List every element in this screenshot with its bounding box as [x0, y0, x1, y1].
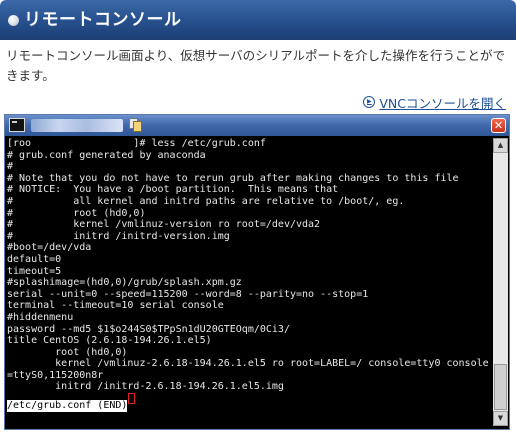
section-title: リモートコンソール [24, 10, 182, 30]
console-line: # NOTICE: You have a /boot partition. Th… [7, 184, 339, 196]
console-line: title CentOS (2.6.18-194.26.1.el5) [7, 335, 212, 347]
console-line: #splashimage=(hd0,0)/grub/splash.xpm.gz [7, 277, 242, 289]
console-line: # initrd /initrd-version.img [7, 230, 230, 242]
console-line: timeout=5 [7, 265, 62, 277]
section-header: リモートコンソール [0, 0, 516, 40]
pager-status-line: /etc/grub.conf (END) [7, 400, 128, 412]
scroll-thumb[interactable] [494, 364, 507, 410]
pager-status-row: /etc/grub.conf (END) [7, 393, 493, 412]
remote-console-window: ✕ [roo ]# less /etc/grub.conf # grub.conf… [4, 114, 510, 430]
vnc-console-link[interactable]: ▶ VNCコンソールを開く [363, 93, 506, 111]
console-line: default=0 [7, 253, 62, 265]
scroll-down-arrow-icon[interactable]: ▼ [493, 411, 508, 426]
console-line: kernel /vmlinuz-2.6.18-194.26.1.el5 ro r… [7, 358, 489, 370]
close-button[interactable]: ✕ [491, 118, 506, 133]
console-line: # root (hd0,0) [7, 207, 146, 219]
console-line: # [7, 161, 14, 173]
console-line: [roo ]# less /etc/grub.conf [7, 138, 266, 149]
text-cursor [128, 393, 136, 405]
console-line: # all kernel and initrd paths are relati… [7, 195, 405, 207]
description-text: リモートコンソール画面より、仮想サーバのシリアルポートを介した操作を行うことがで… [6, 48, 506, 83]
console-line: # kernel /vmlinuz-version ro root=/dev/v… [7, 219, 321, 231]
copy-icon[interactable] [129, 118, 143, 133]
circle-arrow-right-icon: ▶ [363, 96, 376, 108]
console-line: password --md5 $1$o244S0$TPpSn1dU20GTEOq… [7, 323, 290, 335]
console-line: # Note that you do not have to rerun gru… [7, 172, 459, 184]
window-title-masked [31, 119, 123, 132]
console-output[interactable]: [roo ]# less /etc/grub.conf # grub.conf g… [7, 138, 493, 426]
console-line: root (hd0,0) [7, 346, 128, 358]
header-bullet-icon [8, 15, 19, 26]
scroll-up-arrow-icon[interactable]: ▲ [493, 138, 508, 153]
console-line: terminal --timeout=10 serial console [7, 300, 224, 312]
console-line: # grub.conf generated by anaconda [7, 149, 206, 161]
console-line: #boot=/dev/vda [7, 242, 92, 254]
console-line: initrd /initrd-2.6.18-194.26.1.el5.img [7, 381, 284, 393]
console-line: #hiddenmenu [7, 311, 74, 323]
console-scrollbar[interactable]: ▲ ▼ [493, 138, 508, 426]
console-line: serial --unit=0 --speed=115200 --word=8 … [7, 288, 369, 300]
vnc-console-link-label[interactable]: VNCコンソールを開く [379, 93, 506, 112]
copy-icon-page-front [133, 121, 142, 132]
terminal-icon [9, 118, 25, 132]
console-line: =ttyS0,115200n8r [7, 369, 104, 381]
window-titlebar: ✕ [5, 115, 509, 136]
